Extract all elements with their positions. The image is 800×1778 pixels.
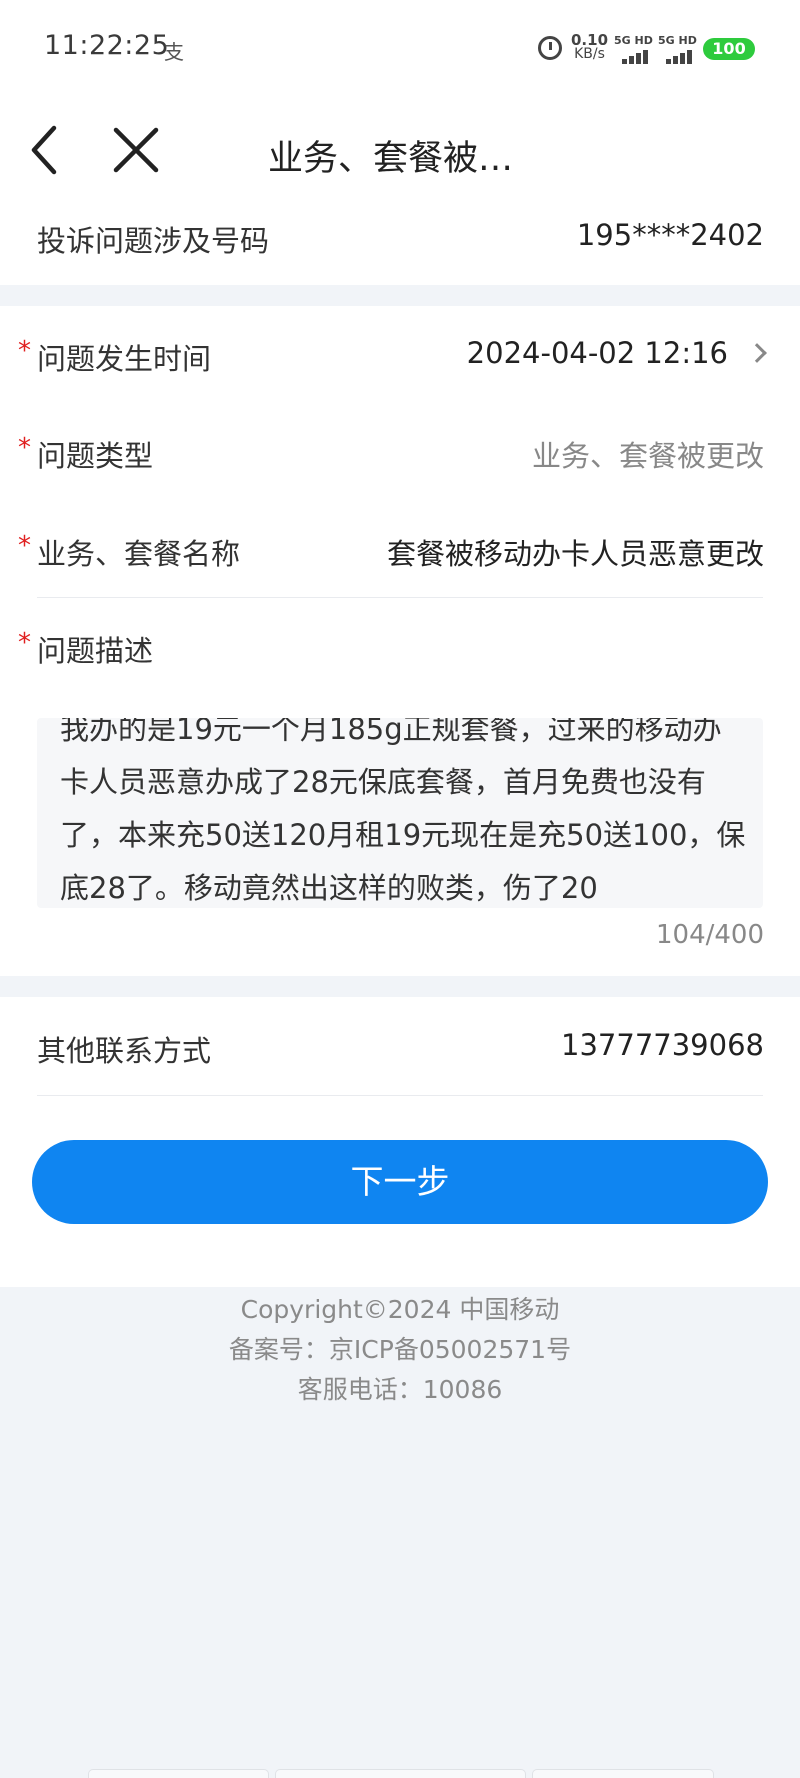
desc-label: 问题描述 — [37, 634, 154, 668]
phone-value: 195****2402 — [576, 218, 764, 252]
status-bar: 11:22:25 支 0.10 KB/s 5G HD 5G HD 100 — [0, 0, 800, 100]
divider — [37, 597, 763, 598]
net-speed-value: 0.10 — [571, 31, 609, 49]
page-title: 业务、套餐被… — [268, 139, 514, 179]
divider — [37, 1095, 763, 1096]
phone-section: 投诉问题涉及号码 195****2402 — [0, 200, 800, 285]
copyright-text: Copyright©2024 中国移动 — [240, 1295, 560, 1324]
sim1-label: 5G HD — [614, 34, 653, 47]
required-mark: * — [18, 628, 31, 658]
alipay-icon: 支 — [164, 40, 184, 64]
alarm-icon — [538, 36, 562, 60]
contact-field[interactable]: 13777739068 — [561, 1028, 764, 1062]
type-label: 问题类型 — [37, 439, 154, 473]
back-icon[interactable] — [26, 120, 86, 180]
char-counter: 104/400 — [655, 920, 764, 950]
next-button[interactable]: 下一步 — [32, 1140, 768, 1224]
contact-label: 其他联系方式 — [37, 1034, 212, 1068]
type-value: 业务、套餐被更改 — [531, 439, 764, 473]
service-phone-text: 客服电话：10086 — [297, 1375, 503, 1404]
signal-sim2-icon: 5G HD — [658, 34, 697, 64]
time-value-wrap: 2024-04-02 12:16 — [466, 336, 767, 370]
icp-text: 备案号：京ICP备05002571号 — [228, 1335, 572, 1364]
close-icon[interactable] — [106, 120, 166, 180]
net-speed: 0.10 KB/s — [571, 31, 609, 62]
phone-label: 投诉问题涉及号码 — [37, 224, 270, 258]
time-label: 问题发生时间 — [37, 342, 212, 376]
battery-icon: 100 — [703, 38, 755, 60]
required-mark: * — [18, 336, 31, 366]
required-mark: * — [18, 531, 31, 561]
time-value: 2024-04-02 12:16 — [466, 336, 728, 370]
required-mark: * — [18, 433, 31, 463]
service-value-field[interactable]: 套餐被移动办卡人员恶意更改 — [387, 531, 764, 573]
nav-bar: 业务、套餐被… — [0, 100, 800, 200]
sim2-label: 5G HD — [658, 34, 697, 47]
bottom-tab-strip — [88, 1769, 714, 1778]
description-textarea[interactable]: 我办的是19元一个月185g正规套餐，过来的移动办卡人员恶意办成了28元保底套餐… — [37, 718, 763, 908]
footer: Copyright©2024 中国移动 备案号：京ICP备05002571号 客… — [0, 1290, 800, 1410]
status-time: 11:22:25 — [44, 30, 170, 61]
service-label: 业务、套餐名称 — [37, 537, 241, 571]
net-speed-unit: KB/s — [574, 46, 605, 62]
chevron-right-icon — [747, 343, 767, 363]
complaint-form: * 问题发生时间 2024-04-02 12:16 * 问题类型 业务、套餐被更… — [0, 306, 800, 976]
description-text: 我办的是19元一个月185g正规套餐，过来的移动办卡人员恶意办成了28元保底套餐… — [60, 718, 746, 905]
signal-sim1-icon: 5G HD — [614, 34, 653, 64]
